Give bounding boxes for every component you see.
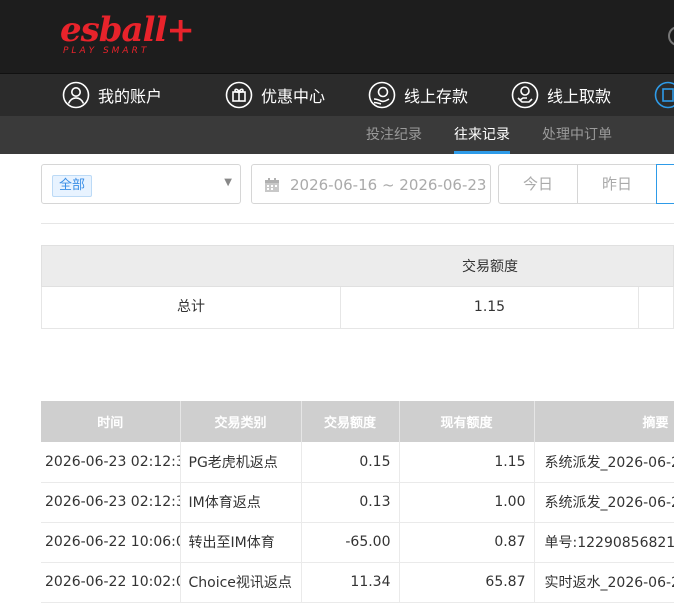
- cell-summary: 系统派发_2026-06-22: [534, 442, 674, 483]
- nav-label: 线上取款: [547, 87, 612, 106]
- withdraw-icon: [511, 81, 539, 109]
- table-row: 2026-06-22 10:06:07 转出至IM体育 -65.00 0.87 …: [41, 522, 674, 563]
- table-row: 2026-06-23 02:12:34 IM体育返点 0.13 1.00 系统派…: [41, 482, 674, 523]
- table-row: 2026-06-22 10:02:01 Choice视讯返点 11.34 65.…: [41, 562, 674, 603]
- calendar-icon: [265, 178, 279, 192]
- cell-amount: 0.15: [301, 442, 400, 483]
- nav-label: 优惠中心: [261, 87, 326, 106]
- type-select[interactable]: 全部 ▼: [41, 164, 241, 204]
- cell-balance: 0.87: [399, 522, 535, 563]
- header-time: 时间: [41, 401, 181, 442]
- divider: [41, 223, 674, 224]
- sub-nav: 投注纪录 往来记录 处理中订单: [0, 116, 674, 154]
- date-range-text: 2026-06-16 ~ 2026-06-23: [290, 176, 487, 194]
- deposit-icon: [368, 81, 396, 109]
- cell-time: 2026-06-23 02:12:34: [41, 442, 181, 483]
- cell-time: 2026-06-22 10:02:01: [41, 562, 181, 603]
- cell-summary: 系统派发_2026-06-22: [534, 482, 674, 523]
- cell-type: Choice视讯返点: [180, 562, 302, 603]
- tab-pending-orders[interactable]: 处理中订单: [542, 116, 612, 154]
- nav-item-more[interactable]: [654, 81, 674, 109]
- today-button[interactable]: 今日: [498, 164, 578, 204]
- cell-amount: 11.34: [301, 562, 400, 603]
- gift-icon: [225, 81, 253, 109]
- cell-summary: 实时返水_2026-06-22: [534, 562, 674, 603]
- cell-summary: 单号:122908568216: [534, 522, 674, 563]
- cell-balance: 1.15: [399, 442, 535, 483]
- partial-icon[interactable]: [668, 26, 674, 46]
- header-balance: 现有额度: [399, 401, 535, 442]
- cell-amount: -65.00: [301, 522, 400, 563]
- main-nav: 我的账户 优惠中心 线上存款 线上取款: [0, 73, 674, 116]
- logo-plus: +: [166, 10, 194, 50]
- cell-balance: 1.00: [399, 482, 535, 523]
- logo-text: esball: [60, 10, 167, 50]
- cell-time: 2026-06-23 02:12:34: [41, 482, 181, 523]
- header-summary: 摘要: [534, 401, 674, 442]
- nav-item-promotions[interactable]: 优惠中心: [225, 81, 325, 109]
- esball-logo[interactable]: esball+ PLAY SMART: [60, 10, 195, 56]
- transaction-table: 时间 交易类别 交易额度 现有额度 摘要 2026-06-23 02:12:34…: [41, 401, 674, 603]
- record-icon: [654, 81, 674, 109]
- cell-amount: 0.13: [301, 482, 400, 523]
- nav-label: 线上存款: [404, 87, 469, 106]
- cell-balance: 65.87: [399, 562, 535, 603]
- cell-time: 2026-06-22 10:06:07: [41, 522, 181, 563]
- cell-type: IM体育返点: [180, 482, 302, 523]
- header-amount: 交易额度: [301, 401, 400, 442]
- nav-label: 我的账户: [98, 87, 163, 106]
- cell-type: 转出至IM体育: [180, 522, 302, 563]
- summary-header: 交易额度: [41, 245, 674, 287]
- chevron-down-icon: ▼: [224, 177, 232, 188]
- summary-row: 总计 1.15: [41, 287, 674, 329]
- nav-item-withdraw[interactable]: 线上取款: [511, 81, 611, 109]
- next-range-button[interactable]: [656, 164, 674, 204]
- summary-amount: 1.15: [341, 287, 639, 328]
- nav-item-my-account[interactable]: 我的账户: [62, 81, 162, 109]
- nav-item-deposit[interactable]: 线上存款: [368, 81, 468, 109]
- summary-header-amount: 交易额度: [462, 259, 518, 275]
- cell-type: PG老虎机返点: [180, 442, 302, 483]
- date-range-picker[interactable]: 2026-06-16 ~ 2026-06-23: [251, 164, 491, 204]
- yesterday-button[interactable]: 昨日: [577, 164, 657, 204]
- tab-transaction-records[interactable]: 往来记录: [454, 116, 510, 154]
- header-type: 交易类别: [180, 401, 302, 442]
- user-icon: [62, 81, 90, 109]
- type-tag[interactable]: 全部: [52, 175, 93, 197]
- table-header-row: 时间 交易类别 交易额度 现有额度 摘要: [41, 401, 674, 442]
- table-row: 2026-06-23 02:12:34 PG老虎机返点 0.15 1.15 系统…: [41, 442, 674, 483]
- tab-bet-records[interactable]: 投注纪录: [366, 116, 422, 154]
- summary-label: 总计: [42, 287, 341, 328]
- top-header: esball+ PLAY SMART: [0, 0, 674, 73]
